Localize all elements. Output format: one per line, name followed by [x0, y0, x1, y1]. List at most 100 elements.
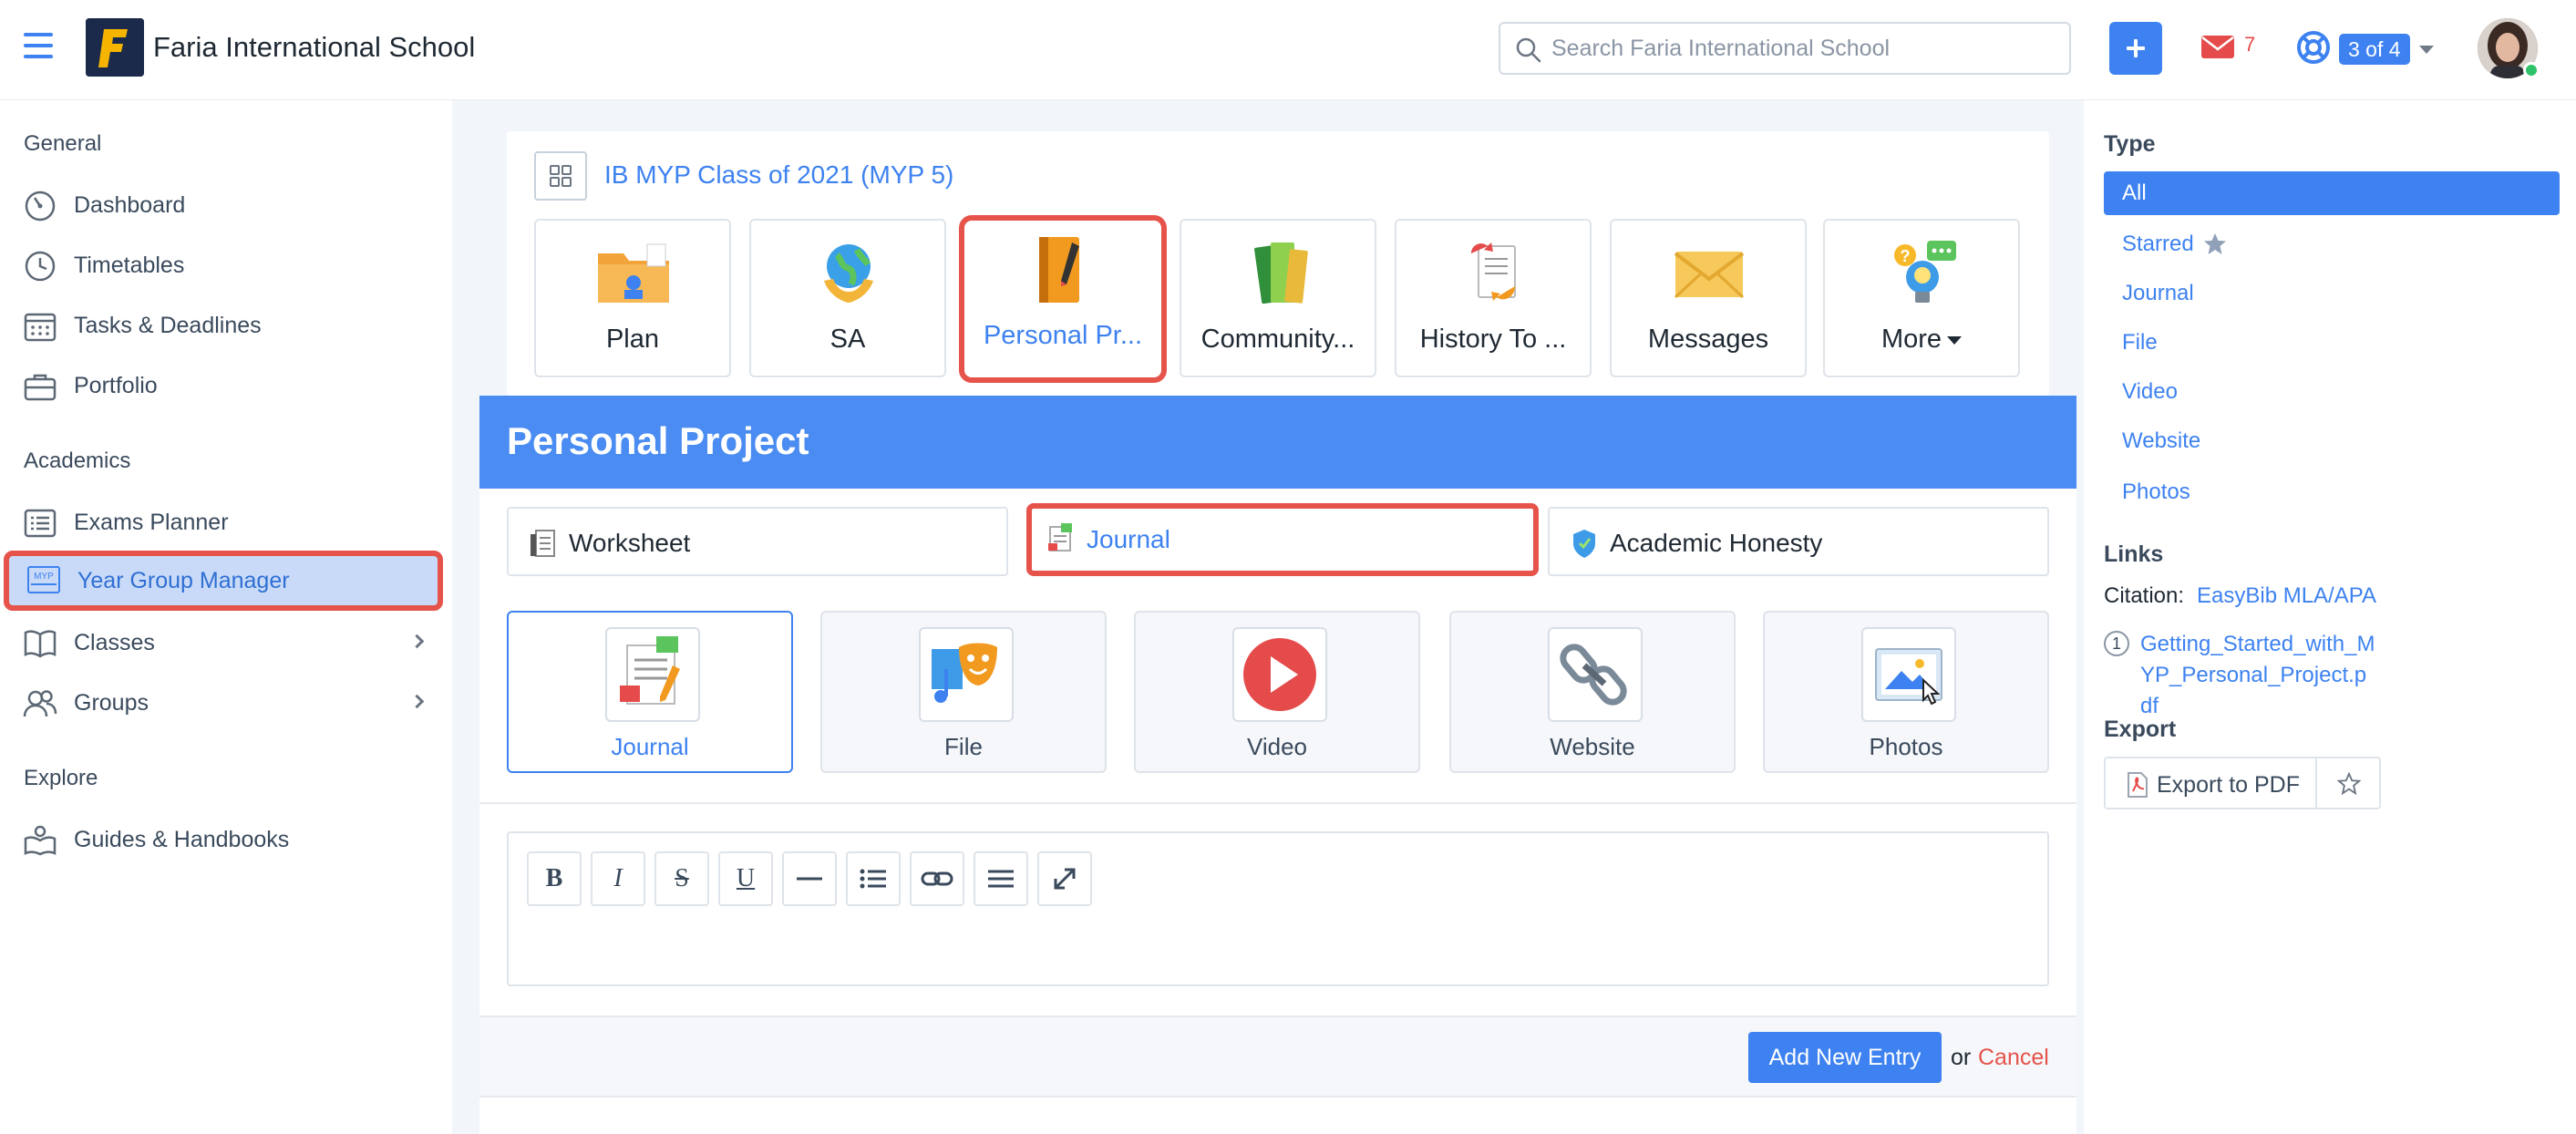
sidebar-item-groups[interactable]: Groups: [0, 675, 452, 729]
sidebar-item-classes[interactable]: Classes: [0, 614, 452, 669]
envelope-icon: [1674, 252, 1745, 299]
tile-history[interactable]: History To ...: [1395, 219, 1592, 377]
reader-icon: [24, 825, 57, 856]
entry-type-video[interactable]: Video: [1134, 611, 1420, 773]
school-logo[interactable]: [86, 18, 144, 77]
search-icon: [1516, 37, 1541, 63]
fullscreen-button[interactable]: [1037, 851, 1092, 906]
entry-type-website[interactable]: Website: [1449, 611, 1736, 773]
tile-label: Plan: [605, 325, 660, 354]
mail-count: 7: [2244, 33, 2256, 56]
bold-button[interactable]: B: [527, 851, 582, 906]
search-input[interactable]: [1551, 31, 2053, 66]
horizontal-rule-button[interactable]: [782, 851, 837, 906]
tile-label: Personal Pr...: [983, 321, 1143, 350]
export-to-pdf-button[interactable]: Export to PDF: [2104, 757, 2317, 809]
sidebar-item-label: Portfolio: [74, 373, 158, 398]
citation-link[interactable]: EasyBib MLA/APA: [2197, 583, 2376, 609]
school-name[interactable]: Faria International School: [153, 31, 475, 64]
myp-badge-text: MYP: [34, 572, 54, 582]
sidebar-item-label: Year Group Manager: [77, 568, 290, 593]
tab-journal[interactable]: Journal: [1026, 503, 1539, 576]
tile-label: Community...: [1200, 325, 1355, 354]
class-title[interactable]: IB MYP Class of 2021 (MYP 5): [604, 160, 953, 190]
type-filter-journal[interactable]: Journal: [2122, 281, 2194, 306]
image-icon: [1875, 648, 1942, 706]
underline-button[interactable]: U: [718, 851, 773, 906]
worksheet-icon: [531, 530, 555, 557]
music-theatre-icon: [932, 643, 997, 703]
calendar-icon: [24, 313, 57, 342]
pdf-file-link[interactable]: Getting_Started_with_MYP_Personal_Projec…: [2140, 629, 2377, 722]
section-academics-title: Academics: [24, 448, 131, 473]
list-icon: [24, 509, 57, 538]
type-filter-all[interactable]: All: [2104, 171, 2560, 215]
lifebuoy-icon[interactable]: [2295, 29, 2332, 66]
tab-worksheet[interactable]: Worksheet: [507, 507, 1008, 576]
cancel-link[interactable]: Cancel: [1978, 1045, 2049, 1071]
document-icon: [1471, 242, 1516, 301]
search-box[interactable]: [1499, 22, 2071, 75]
entry-type-file[interactable]: File: [820, 611, 1107, 773]
sidebar-item-label: Exams Planner: [74, 510, 229, 535]
type-filter-starred[interactable]: Starred: [2122, 232, 2194, 257]
links-title: Links: [2104, 541, 2164, 567]
shield-icon: [1573, 530, 1595, 558]
type-filter-photos[interactable]: Photos: [2122, 479, 2190, 505]
tile-messages[interactable]: Messages: [1610, 219, 1807, 377]
sidebar-item-timetables[interactable]: Timetables: [0, 237, 452, 292]
tile-sa[interactable]: SA: [749, 219, 946, 377]
tile-more[interactable]: ? More: [1823, 219, 2020, 377]
tab-academic-honesty[interactable]: Academic Honesty: [1548, 507, 2049, 576]
chevron-right-icon: [409, 694, 425, 709]
section-general-title: General: [24, 131, 102, 156]
journal-icon: [1048, 523, 1072, 552]
sidebar-item-label: Dashboard: [74, 192, 186, 218]
bullet-list-button[interactable]: [846, 851, 901, 906]
tile-community[interactable]: Community...: [1180, 219, 1376, 377]
mail-icon[interactable]: [2200, 33, 2235, 60]
sidebar-item-dashboard[interactable]: Dashboard: [0, 177, 452, 232]
entry-type-photos[interactable]: Photos: [1763, 611, 2049, 773]
favorite-button[interactable]: [2315, 757, 2381, 809]
clock-icon: [25, 251, 56, 282]
myp-icon: MYP: [27, 566, 60, 593]
sidebar-item-label: Groups: [74, 690, 149, 716]
tile-personal-project[interactable]: Personal Pr...: [959, 215, 1167, 383]
citation-label: Citation:: [2104, 583, 2185, 608]
entry-type-journal[interactable]: Journal: [507, 611, 793, 773]
pager-badge[interactable]: 3 of 4: [2339, 34, 2410, 65]
type-filter-video[interactable]: Video: [2122, 379, 2178, 405]
export-title: Export: [2104, 716, 2177, 742]
sidebar-item-tasks[interactable]: Tasks & Deadlines: [0, 297, 452, 352]
strikethrough-button[interactable]: S: [654, 851, 709, 906]
sidebar-item-guides[interactable]: Guides & Handbooks: [0, 811, 452, 866]
lightbulb-icon: ?: [1894, 241, 1956, 303]
export-label: Export to PDF: [2157, 772, 2300, 798]
bullet-list-icon: [860, 869, 886, 889]
menu-icon[interactable]: [24, 33, 53, 58]
divider: [479, 802, 2076, 804]
people-icon: [23, 690, 57, 717]
type-filter-file[interactable]: File: [2122, 330, 2158, 356]
align-button[interactable]: [974, 851, 1028, 906]
entry-type-label: Journal: [611, 733, 689, 760]
sidebar-item-portfolio[interactable]: Portfolio: [0, 357, 452, 412]
link-button[interactable]: [910, 851, 964, 906]
sidebar-item-label: Guides & Handbooks: [74, 827, 290, 852]
grid-view-button[interactable]: [534, 151, 587, 201]
chevron-down-icon[interactable]: [2419, 46, 2434, 54]
chain-link-icon: [1560, 644, 1627, 706]
tab-label: Academic Honesty: [1610, 529, 1823, 557]
sidebar-item-exams-planner[interactable]: Exams Planner: [0, 494, 452, 549]
tab-label: Worksheet: [569, 529, 691, 557]
play-icon: [1243, 638, 1316, 711]
tile-plan[interactable]: Plan: [534, 219, 731, 377]
type-filter-website[interactable]: Website: [2122, 428, 2200, 454]
pdf-icon: [2128, 772, 2148, 798]
add-button[interactable]: [2109, 22, 2162, 75]
sidebar-item-year-group-manager[interactable]: MYP Year Group Manager: [4, 551, 443, 611]
add-new-entry-button[interactable]: Add New Entry: [1748, 1032, 1942, 1083]
tile-label: Messages: [1647, 325, 1769, 354]
italic-button[interactable]: I: [591, 851, 645, 906]
